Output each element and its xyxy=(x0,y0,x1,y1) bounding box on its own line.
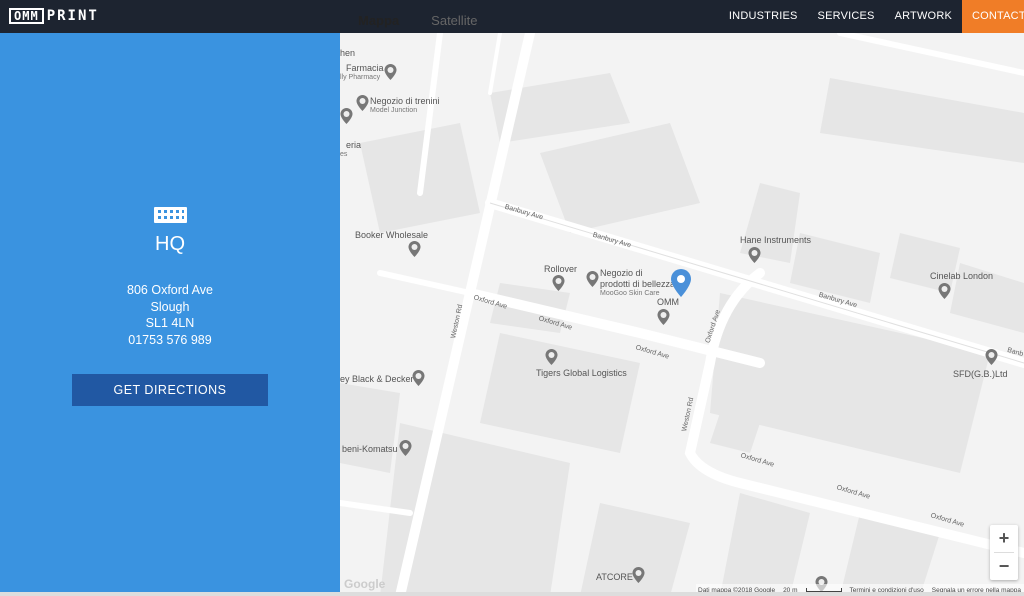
tab-map[interactable]: Mappa xyxy=(342,0,415,33)
tab-satellite[interactable]: Satellite xyxy=(415,0,493,33)
nav-industries[interactable]: INDUSTRIES xyxy=(719,0,808,33)
poi-sublabel: lly Pharmacy xyxy=(340,74,381,81)
poi-label: Booker Wholesale xyxy=(355,230,429,240)
address-postcode: SL1 4LN xyxy=(145,316,195,330)
poi-label: Tigers Global Logistics xyxy=(536,368,627,378)
poi-marker-icon[interactable] xyxy=(384,64,397,80)
poi-label: Rollover xyxy=(544,264,578,274)
map-canvas[interactable]: hen Farmacia lly Pharmacy Negozio di tre… xyxy=(340,33,1024,596)
top-nav-bar: OMM PRINT Mappa Satellite INDUSTRIES SER… xyxy=(0,0,1024,33)
address-street: 806 Oxford Ave xyxy=(127,283,213,297)
logo-word: PRINT xyxy=(46,8,99,24)
address-city: Slough xyxy=(150,299,190,314)
location-panel: HQ 806 Oxford Ave Slough SL1 4LN 01753 5… xyxy=(0,33,340,596)
ommprint-logo[interactable]: OMM PRINT xyxy=(9,8,99,24)
poi-marker-icon[interactable] xyxy=(545,349,558,365)
poi-label: hen xyxy=(340,48,356,58)
poi-label: prodotti di bellezza xyxy=(600,279,676,289)
google-logo: Google xyxy=(344,577,386,591)
map-base xyxy=(340,33,1024,596)
poi-label: Hane Instruments xyxy=(740,235,812,245)
poi-label: OMM xyxy=(657,297,679,307)
poi-marker-icon[interactable] xyxy=(412,370,425,386)
poi-label: ey Black & Decker xyxy=(340,374,414,384)
address-block: 806 Oxford Ave Slough SL1 4LN 01753 576 … xyxy=(0,282,340,348)
page-bottom-border xyxy=(0,592,1024,596)
nav-services[interactable]: SERVICES xyxy=(808,0,885,33)
nav-contact[interactable]: CONTACT xyxy=(962,0,1024,33)
location-pin-icon[interactable] xyxy=(670,269,692,297)
poi-label: SFD(G.B.)Ltd xyxy=(953,369,1008,379)
poi-sublabel: Model Junction xyxy=(370,107,418,114)
poi-label: ATCORE xyxy=(596,572,633,582)
nav-artwork[interactable]: ARTWORK xyxy=(885,0,962,33)
logo-box-text: OMM xyxy=(14,9,39,23)
get-directions-button[interactable]: GET DIRECTIONS xyxy=(72,374,268,406)
main-nav: INDUSTRIES SERVICES ARTWORK CONTACT xyxy=(719,0,1024,33)
poi-marker-icon[interactable] xyxy=(356,95,369,111)
zoom-controls: + − xyxy=(990,525,1018,580)
location-title: HQ xyxy=(155,233,185,255)
poi-sublabel: es xyxy=(340,151,348,158)
poi-marker-icon[interactable] xyxy=(399,440,412,456)
zoom-in-button[interactable]: + xyxy=(990,525,1018,552)
poi-label: eria xyxy=(346,140,362,150)
poi-marker-icon[interactable] xyxy=(586,271,599,287)
poi-marker-icon[interactable] xyxy=(408,241,421,257)
poi-label: Cinelab London xyxy=(930,271,994,281)
logo-box: OMM xyxy=(9,8,44,24)
poi-label: beni-Komatsu xyxy=(342,444,398,454)
poi-marker-icon[interactable] xyxy=(985,349,998,365)
poi-marker-icon[interactable] xyxy=(938,283,951,299)
poi-label: Farmacia xyxy=(346,63,384,73)
poi-marker-icon[interactable] xyxy=(632,567,645,583)
poi-marker-icon[interactable] xyxy=(552,275,565,291)
poi-marker-icon[interactable] xyxy=(340,108,353,124)
zoom-out-button[interactable]: − xyxy=(990,553,1018,580)
map-type-tabs: Mappa Satellite xyxy=(342,0,493,33)
poi-label: Negozio di trenini xyxy=(370,96,440,106)
poi-label: Negozio di xyxy=(600,268,643,278)
building-icon xyxy=(154,207,187,223)
address-phone[interactable]: 01753 576 989 xyxy=(0,332,340,349)
poi-marker-icon[interactable] xyxy=(657,309,670,325)
poi-sublabel: MooGoo Skin Care xyxy=(600,290,660,297)
poi-marker-icon[interactable] xyxy=(748,247,761,263)
